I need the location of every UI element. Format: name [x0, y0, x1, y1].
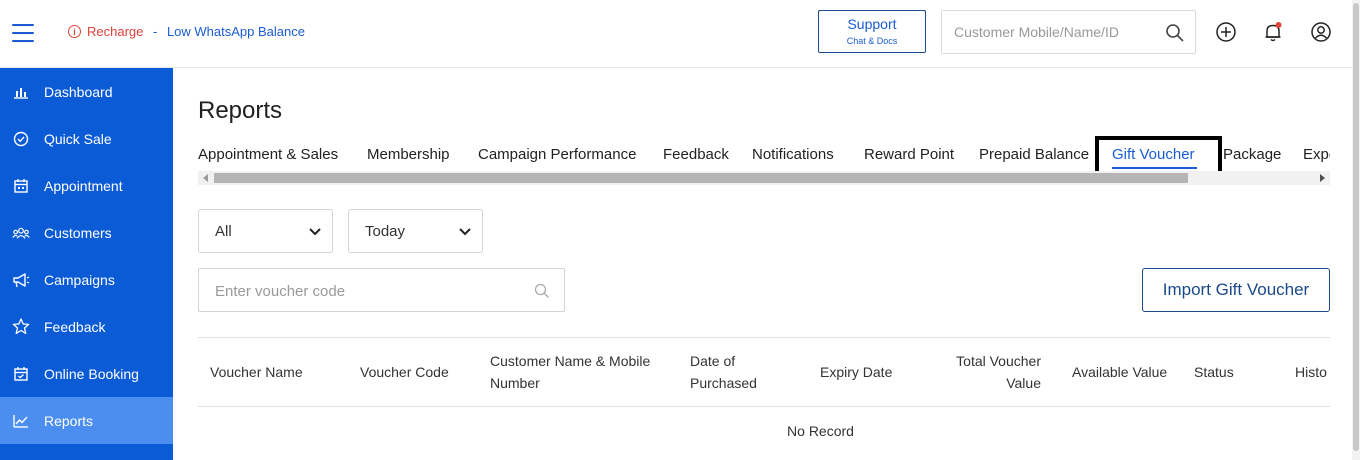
star-icon	[12, 318, 30, 336]
sidebar-item-label: Quick Sale	[44, 130, 112, 147]
tab-reward-point[interactable]: Reward Point	[864, 146, 954, 163]
period-select[interactable]: Today	[348, 209, 483, 253]
sidebar-item-customers[interactable]: Customers	[0, 209, 173, 256]
info-icon: i	[68, 25, 81, 38]
recharge-label[interactable]: Recharge	[87, 24, 143, 39]
customer-search-box[interactable]	[941, 10, 1196, 54]
empty-state-text: No Record	[787, 423, 854, 439]
customer-search-input[interactable]	[954, 24, 1154, 40]
tab-expenses[interactable]: Expe	[1303, 146, 1330, 163]
calendar-icon	[12, 177, 30, 195]
tab-package[interactable]: Package	[1223, 146, 1281, 163]
bar-chart-icon	[12, 83, 30, 101]
user-icon[interactable]	[1310, 21, 1332, 43]
chevron-down-icon	[459, 228, 471, 236]
tab-membership[interactable]: Membership	[367, 146, 450, 163]
bell-icon[interactable]	[1262, 21, 1284, 43]
tabs-scrollbar[interactable]	[198, 171, 1330, 185]
voucher-type-value: All	[215, 223, 232, 240]
page-title: Reports	[198, 97, 283, 124]
voucher-type-select[interactable]: All	[198, 209, 333, 253]
column-header-available-value[interactable]: Available Value	[1072, 361, 1167, 383]
scrollbar-thumb[interactable]	[214, 173, 1188, 183]
search-icon[interactable]	[534, 283, 550, 299]
top-header: i Recharge - Low WhatsApp Balance Suppor…	[0, 0, 1360, 68]
line-chart-icon	[12, 412, 30, 430]
page-scrollbar[interactable]	[1352, 0, 1360, 460]
megaphone-icon	[12, 271, 30, 289]
recharge-separator: -	[149, 24, 161, 39]
recharge-message[interactable]: Low WhatsApp Balance	[167, 24, 305, 39]
recharge-alert[interactable]: i Recharge - Low WhatsApp Balance	[68, 24, 305, 39]
users-icon	[12, 224, 30, 242]
column-header-status[interactable]: Status	[1194, 361, 1234, 383]
column-header-total-value[interactable]: Total Voucher Value	[941, 350, 1041, 394]
sidebar-item-online-booking[interactable]: Online Booking	[0, 350, 173, 397]
period-value: Today	[365, 223, 406, 240]
tab-campaign-performance[interactable]: Campaign Performance	[478, 146, 636, 163]
tab-appointment-sales[interactable]: Appointment & Sales	[198, 146, 338, 163]
sidebar-item-appointment[interactable]: Appointment	[0, 162, 173, 209]
scroll-left-arrow-icon[interactable]	[203, 174, 208, 182]
sidebar-item-label: Appointment	[44, 177, 123, 194]
sidebar-item-label: Dashboard	[44, 83, 113, 100]
column-header-date-purchased[interactable]: Date of Purchased	[690, 350, 757, 394]
sidebar-item-label: Online Booking	[44, 365, 139, 382]
column-header-expiry-date[interactable]: Expiry Date	[820, 361, 892, 383]
sidebar-item-label: Campaigns	[44, 271, 115, 288]
support-title: Support	[847, 16, 897, 32]
check-circle-icon	[12, 130, 30, 148]
page-scrollbar-thumb[interactable]	[1353, 3, 1359, 451]
menu-icon[interactable]	[12, 24, 34, 42]
import-gift-voucher-button[interactable]: Import Gift Voucher	[1142, 268, 1330, 312]
support-button[interactable]: Support Chat & Docs	[818, 10, 926, 53]
sidebar-item-label: Feedback	[44, 318, 106, 335]
sidebar-item-dashboard[interactable]: Dashboard	[0, 68, 173, 115]
chevron-down-icon	[309, 228, 321, 236]
column-header-history[interactable]: Histo	[1295, 361, 1330, 383]
plus-circle-icon[interactable]	[1215, 21, 1237, 43]
search-icon[interactable]	[1165, 23, 1185, 43]
sidebar-item-campaigns[interactable]: Campaigns	[0, 256, 173, 303]
sidebar-item-label: Customers	[44, 224, 112, 241]
tab-feedback[interactable]: Feedback	[663, 146, 729, 163]
voucher-code-input[interactable]	[215, 283, 515, 300]
sidebar: Dashboard Quick Sale Appointment Custome…	[0, 68, 173, 460]
column-header-voucher-code[interactable]: Voucher Code	[360, 361, 449, 383]
column-header-customer[interactable]: Customer Name & Mobile Number	[490, 350, 650, 394]
voucher-search-box[interactable]	[198, 268, 565, 312]
sidebar-item-feedback[interactable]: Feedback	[0, 303, 173, 350]
support-subtitle: Chat & Docs	[846, 36, 898, 46]
table-header: Voucher Name Voucher Code Customer Name …	[198, 337, 1330, 407]
scroll-right-arrow-icon[interactable]	[1320, 174, 1325, 182]
column-header-voucher-name[interactable]: Voucher Name	[210, 361, 303, 383]
sidebar-item-quick-sale[interactable]: Quick Sale	[0, 115, 173, 162]
sidebar-item-label: Reports	[44, 412, 94, 429]
tab-notifications[interactable]: Notifications	[752, 146, 834, 163]
tab-prepaid-balance[interactable]: Prepaid Balance	[979, 146, 1089, 163]
calendar-check-icon	[12, 365, 30, 383]
sidebar-item-reports[interactable]: Reports	[0, 397, 173, 444]
